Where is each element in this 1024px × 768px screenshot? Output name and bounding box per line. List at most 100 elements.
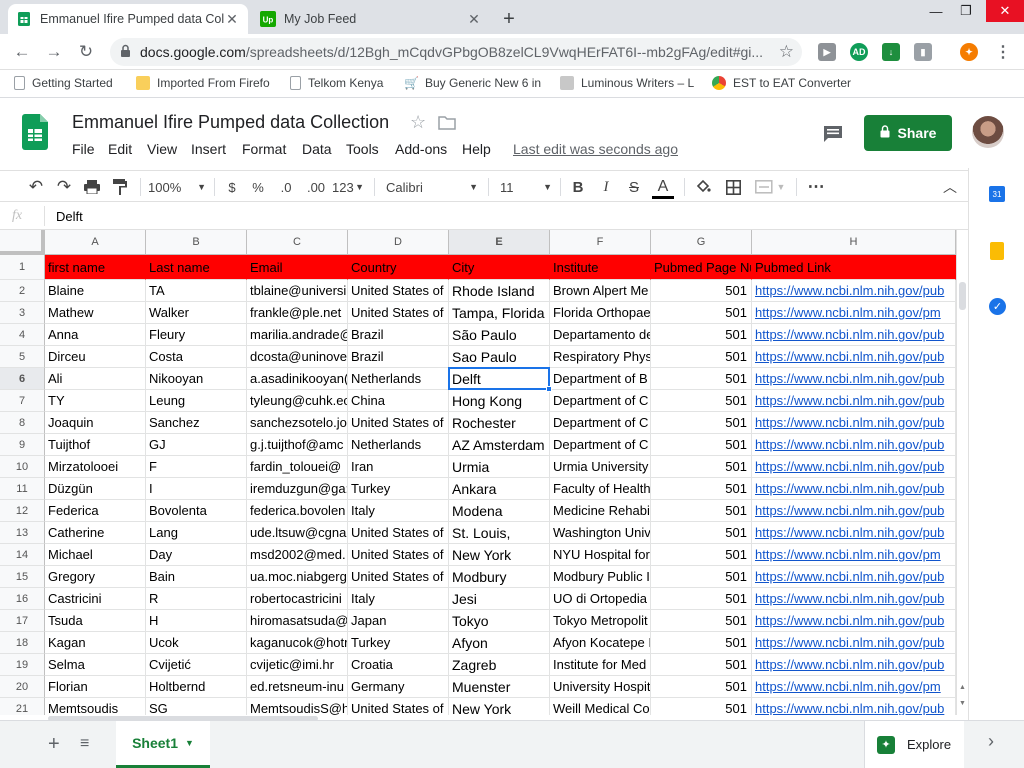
row-header[interactable]: 6 xyxy=(0,368,45,390)
table-cell[interactable]: Catherine xyxy=(45,522,146,544)
table-cell[interactable]: Weill Medical Co xyxy=(550,698,651,715)
table-cell[interactable]: SG xyxy=(146,698,247,715)
header-cell[interactable]: Last name xyxy=(146,255,247,280)
table-cell[interactable]: Gregory xyxy=(45,566,146,588)
table-cell[interactable]: New York xyxy=(449,544,550,566)
table-cell[interactable]: Netherlands xyxy=(348,434,449,456)
fill-handle[interactable] xyxy=(546,386,552,392)
table-cell[interactable]: frankle@ple.net xyxy=(247,302,348,324)
table-cell[interactable]: ed.retsneum-inu xyxy=(247,676,348,698)
table-cell[interactable]: Turkey xyxy=(348,632,449,654)
pubmed-link-cell[interactable]: https://www.ncbi.nlm.nih.gov/pub xyxy=(752,632,956,654)
table-cell[interactable]: São Paulo xyxy=(449,324,550,346)
table-cell[interactable]: Ankara xyxy=(449,478,550,500)
table-cell[interactable]: 501 xyxy=(651,588,752,610)
table-cell[interactable]: Zagreb xyxy=(449,654,550,676)
close-tab-icon[interactable]: ✕ xyxy=(466,11,482,28)
table-cell[interactable]: Selma xyxy=(45,654,146,676)
minimize-window-icon[interactable]: — xyxy=(920,0,952,22)
table-cell[interactable]: Modena xyxy=(449,500,550,522)
table-cell[interactable]: robertocastricini xyxy=(247,588,348,610)
percent-format-button[interactable]: % xyxy=(248,177,268,197)
column-header-b[interactable]: B xyxy=(146,230,247,255)
table-cell[interactable]: iremduzgun@ga: xyxy=(247,478,348,500)
table-cell[interactable]: United States of xyxy=(348,302,449,324)
column-header-c[interactable]: C xyxy=(247,230,348,255)
table-cell[interactable]: Michael xyxy=(45,544,146,566)
table-cell[interactable]: Anna xyxy=(45,324,146,346)
spreadsheet-grid[interactable]: ABCDEFGH 1 first name Last name Email Countr… xyxy=(0,230,956,715)
table-cell[interactable]: Croatia xyxy=(348,654,449,676)
table-cell[interactable]: Sanchez xyxy=(146,412,247,434)
bookmark-getting-started[interactable]: Getting Started xyxy=(14,76,113,90)
table-cell[interactable]: Cvijetić xyxy=(146,654,247,676)
menu-view[interactable]: View xyxy=(147,141,177,157)
close-window-icon[interactable]: ✕ xyxy=(986,0,1024,22)
comments-icon[interactable] xyxy=(822,124,844,149)
table-cell[interactable]: Tokyo xyxy=(449,610,550,632)
table-cell[interactable]: sanchezsotelo.jo xyxy=(247,412,348,434)
borders-icon[interactable] xyxy=(722,177,744,197)
table-cell[interactable]: Nikooyan xyxy=(146,368,247,390)
table-cell[interactable]: United States of xyxy=(348,522,449,544)
row-header[interactable]: 13 xyxy=(0,522,45,544)
menu-addons[interactable]: Add-ons xyxy=(395,141,447,157)
more-options-button[interactable]: ⋯ xyxy=(804,177,828,197)
table-cell[interactable]: hiromasatsuda@ xyxy=(247,610,348,632)
table-cell[interactable]: United States of xyxy=(348,412,449,434)
header-cell[interactable]: Pubmed Page Nu xyxy=(651,255,752,280)
column-header-a[interactable]: A xyxy=(45,230,146,255)
table-cell[interactable]: marilia.andrade@ xyxy=(247,324,348,346)
row-header[interactable]: 10 xyxy=(0,456,45,478)
table-cell[interactable]: Brazil xyxy=(348,346,449,368)
table-cell[interactable]: Departamento de xyxy=(550,324,651,346)
pubmed-link-cell[interactable]: https://www.ncbi.nlm.nih.gov/pub xyxy=(752,566,956,588)
puzzle-extension-icon[interactable]: ✦ xyxy=(960,43,978,61)
table-cell[interactable]: Joaquin xyxy=(45,412,146,434)
table-cell[interactable]: 501 xyxy=(651,610,752,632)
table-cell[interactable]: 501 xyxy=(651,368,752,390)
camera-extension-icon[interactable]: ▶ xyxy=(818,43,836,61)
table-cell[interactable]: New York xyxy=(449,698,550,715)
table-cell[interactable]: University Hospit xyxy=(550,676,651,698)
merge-cells-icon[interactable]: ▼ xyxy=(752,177,788,197)
table-cell[interactable]: tyleung@cuhk.ec xyxy=(247,390,348,412)
header-cell[interactable]: first name xyxy=(45,255,146,280)
table-cell[interactable]: China xyxy=(348,390,449,412)
document-title[interactable]: Emmanuel Ifire Pumped data Collection xyxy=(72,112,389,133)
table-cell[interactable]: 501 xyxy=(651,280,752,302)
table-cell[interactable]: Department of C xyxy=(550,434,651,456)
table-cell[interactable]: Delft xyxy=(449,368,550,390)
table-cell[interactable]: Germany xyxy=(348,676,449,698)
pubmed-link-cell[interactable]: https://www.ncbi.nlm.nih.gov/pm xyxy=(752,676,956,698)
row-header[interactable]: 2 xyxy=(0,280,45,302)
pubmed-link-cell[interactable]: https://www.ncbi.nlm.nih.gov/pub xyxy=(752,390,956,412)
header-cell[interactable]: Institute xyxy=(550,255,651,280)
table-cell[interactable]: Hong Kong xyxy=(449,390,550,412)
new-tab-button[interactable]: + xyxy=(496,4,522,34)
table-cell[interactable]: 501 xyxy=(651,698,752,715)
table-cell[interactable]: United States of xyxy=(348,544,449,566)
table-cell[interactable]: United States of xyxy=(348,280,449,302)
table-cell[interactable]: 501 xyxy=(651,346,752,368)
collapse-toolbar-icon[interactable]: ︿ xyxy=(938,177,962,197)
table-cell[interactable]: United States of xyxy=(348,566,449,588)
table-cell[interactable]: Brown Alpert Me xyxy=(550,280,651,302)
pubmed-link-cell[interactable]: https://www.ncbi.nlm.nih.gov/pub xyxy=(752,588,956,610)
row-header[interactable]: 18 xyxy=(0,632,45,654)
pubmed-link-cell[interactable]: https://www.ncbi.nlm.nih.gov/pub xyxy=(752,610,956,632)
menu-tools[interactable]: Tools xyxy=(346,141,379,157)
vertical-scrollbar[interactable]: ▲ ▼ xyxy=(956,230,968,715)
row-header[interactable]: 16 xyxy=(0,588,45,610)
paint-format-icon[interactable] xyxy=(108,177,132,197)
star-icon[interactable]: ☆ xyxy=(410,112,426,133)
row-header[interactable]: 21 xyxy=(0,698,45,715)
column-header-d[interactable]: D xyxy=(348,230,449,255)
table-cell[interactable]: Italy xyxy=(348,500,449,522)
table-cell[interactable]: msd2002@med. xyxy=(247,544,348,566)
row-header[interactable]: 15 xyxy=(0,566,45,588)
table-cell[interactable]: g.j.tuijthof@amc xyxy=(247,434,348,456)
table-cell[interactable]: Brazil xyxy=(348,324,449,346)
table-cell[interactable]: Florida Orthopae xyxy=(550,302,651,324)
bookmark-star-icon[interactable]: ☆ xyxy=(779,42,794,62)
